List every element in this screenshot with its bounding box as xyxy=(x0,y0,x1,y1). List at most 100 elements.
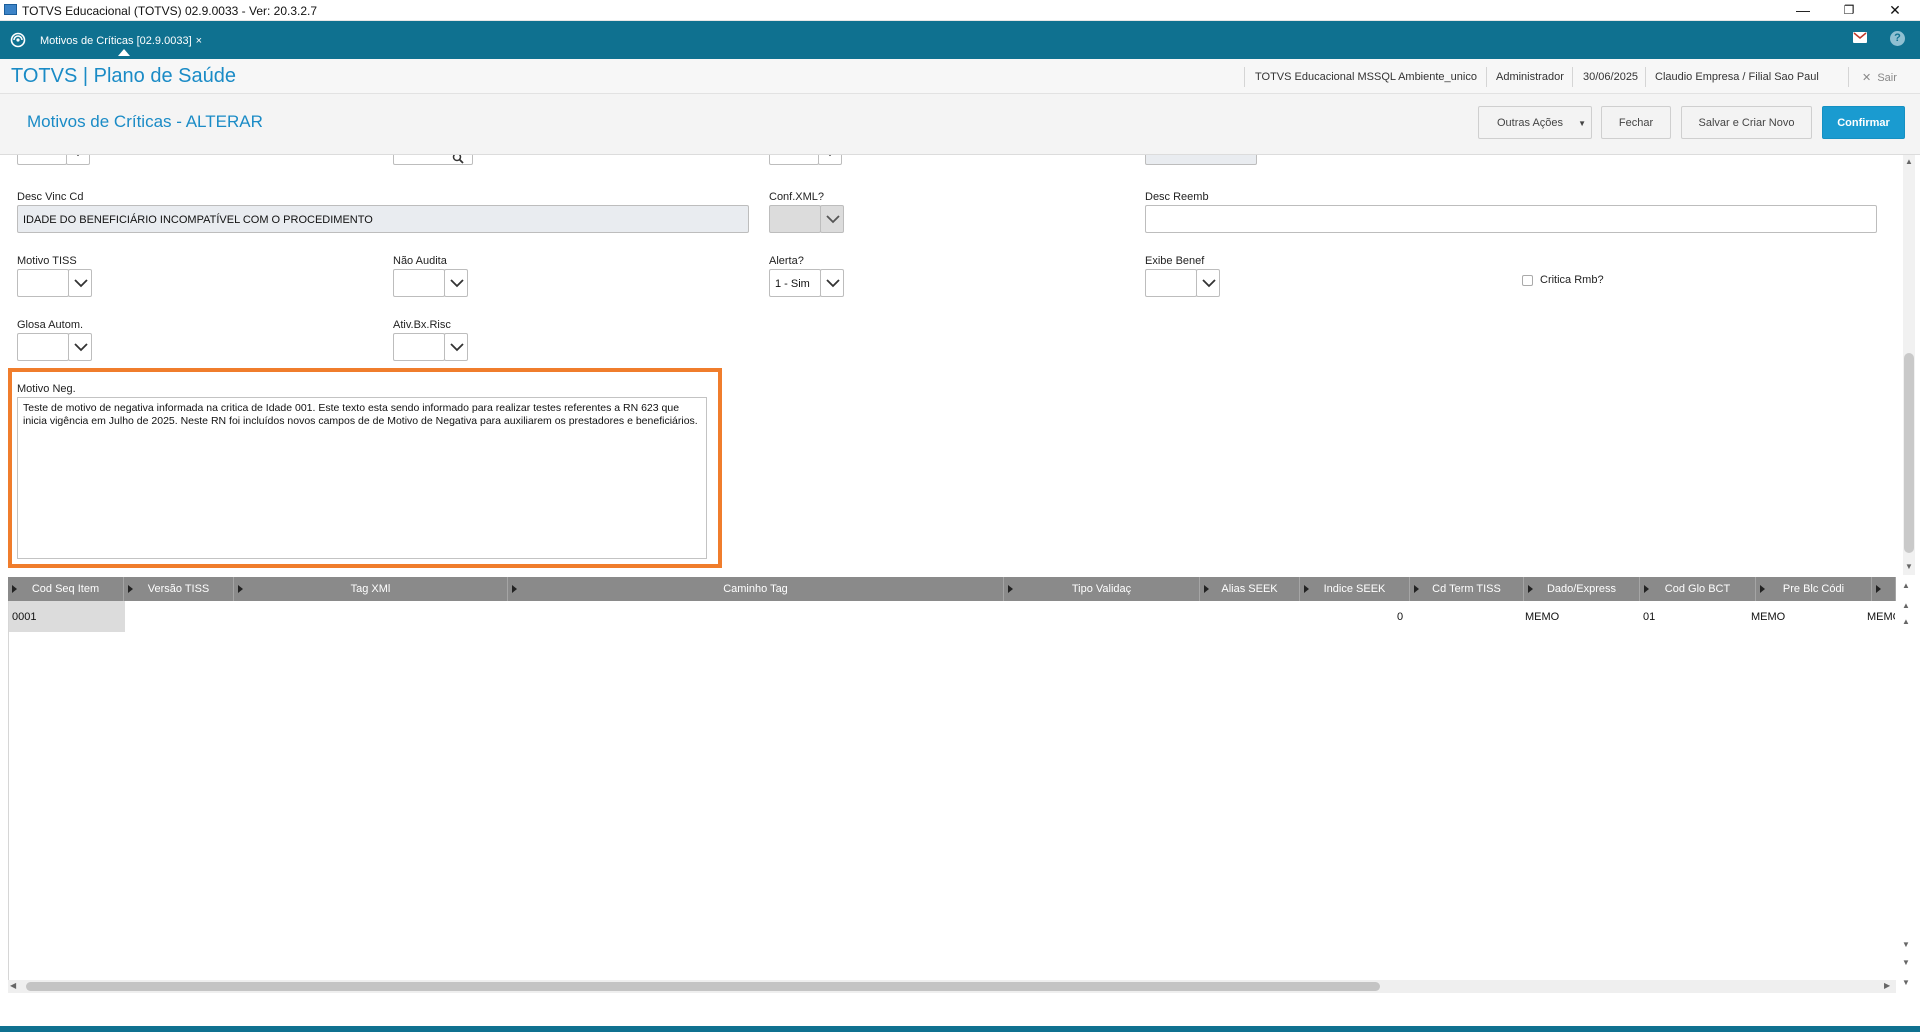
col-label: Pre Blc Códi xyxy=(1782,583,1845,595)
salvar-criar-novo-button[interactable]: Salvar e Criar Novo xyxy=(1681,106,1812,139)
critica-rmb-checkbox[interactable] xyxy=(1522,275,1533,286)
partial-select[interactable] xyxy=(17,155,67,165)
scroll-bottom-icon[interactable]: ▼ xyxy=(1900,978,1912,988)
window-title-bar: TOTVS Educacional (TOTVS) 02.9.0033 - Ve… xyxy=(0,0,1920,21)
motivo-tiss-label: Motivo TISS xyxy=(17,255,77,267)
exibe-benef-select[interactable] xyxy=(1145,269,1197,297)
mail-icon[interactable] xyxy=(1853,32,1867,43)
chevron-down-icon[interactable] xyxy=(444,333,468,361)
brand-title: TOTVS | Plano de Saúde xyxy=(11,65,236,87)
help-icon[interactable]: ? xyxy=(1890,31,1905,46)
chevron-down-icon[interactable] xyxy=(66,155,90,165)
chevron-down-icon[interactable] xyxy=(1196,269,1220,297)
app-header: TOTVS | Plano de Saúde TOTVS Educacional… xyxy=(0,59,1920,94)
environment-label: TOTVS Educacional MSSQL Ambiente_unico xyxy=(1255,71,1477,83)
chevron-down-icon xyxy=(820,205,844,233)
chevron-down-icon[interactable] xyxy=(818,155,842,165)
exit-label: Sair xyxy=(1877,72,1897,84)
glosa-autom-label: Glosa Autom. xyxy=(17,319,84,331)
chevron-down-icon[interactable] xyxy=(444,269,468,297)
outras-acoes-button[interactable]: Outras Ações ▼ xyxy=(1478,106,1592,139)
search-icon[interactable] xyxy=(452,155,464,167)
col-dado-express[interactable]: Dado/Express xyxy=(1524,577,1640,601)
totvs-home-icon[interactable] xyxy=(10,32,26,48)
col-tag-xml[interactable]: Tag XMl xyxy=(234,577,508,601)
desc-reemb-field[interactable] xyxy=(1145,205,1877,233)
scroll-page-up-icon[interactable]: ▲ xyxy=(1900,601,1912,611)
col-alias-seek[interactable]: Alias SEEK xyxy=(1200,577,1300,601)
exibe-benef-label: Exibe Benef xyxy=(1145,255,1205,267)
cell-pre-blc-codi: MEMO xyxy=(1751,611,1786,623)
close-icon: ✕ xyxy=(1862,72,1872,84)
scroll-top-icon[interactable]: ▲ xyxy=(1900,581,1912,591)
col-indice-seek[interactable]: Indice SEEK xyxy=(1300,577,1410,601)
tab-bar: Motivos de Críticas [02.9.0033] × ? xyxy=(0,21,1920,59)
motivo-neg-label: Motivo Neg. xyxy=(17,383,76,395)
col-label: Tipo Validaç xyxy=(1071,583,1132,595)
user-label: Administrador xyxy=(1496,71,1564,83)
col-versao-tiss[interactable]: Versão TISS xyxy=(124,577,234,601)
form-scrollbar-thumb[interactable] xyxy=(1904,353,1914,553)
col-tipo-validac[interactable]: Tipo Validaç xyxy=(1004,577,1200,601)
minimize-button[interactable]: — xyxy=(1780,0,1826,20)
col-label: Caminho Tag xyxy=(723,583,788,595)
close-window-button[interactable]: ✕ xyxy=(1872,0,1918,20)
scroll-left-icon[interactable]: ◀ xyxy=(10,981,16,990)
header-separator xyxy=(1645,67,1646,87)
horizontal-scrollbar-thumb[interactable] xyxy=(26,982,1380,991)
grid-scrollbar[interactable] xyxy=(1898,577,1914,992)
app-icon xyxy=(4,4,17,15)
alerta-select[interactable]: 1 - Sim xyxy=(769,269,821,297)
chevron-down-icon[interactable] xyxy=(68,333,92,361)
scroll-page-down-icon[interactable]: ▼ xyxy=(1900,958,1912,968)
tab-close-icon[interactable]: × xyxy=(196,35,202,47)
col-label: Tag XMl xyxy=(350,583,391,595)
header-separator xyxy=(1486,67,1487,87)
col-cd-term-tiss[interactable]: Cd Term TISS xyxy=(1410,577,1524,601)
dropdown-arrow-icon: ▼ xyxy=(1578,119,1586,128)
cell-indice-seek: 0 xyxy=(1397,611,1404,623)
grid-horizontal-scrollbar[interactable]: ◀ ▶ xyxy=(8,980,1896,993)
nao-audita-select[interactable] xyxy=(393,269,445,297)
conf-xml-select xyxy=(769,205,821,233)
exit-button[interactable]: ✕ Sair xyxy=(1862,71,1897,84)
desc-vinc-cd-label: Desc Vinc Cd xyxy=(17,191,84,203)
table-row[interactable]: 0001 0 MEMO 01 MEMO MEMO xyxy=(9,601,1897,632)
fechar-button[interactable]: Fechar xyxy=(1601,106,1671,139)
glosa-autom-select[interactable] xyxy=(17,333,69,361)
confirmar-button[interactable]: Confirmar xyxy=(1822,106,1905,139)
col-cod-seq-item[interactable]: Cod Seq Item xyxy=(8,577,124,601)
scroll-down-icon[interactable]: ▼ xyxy=(1903,562,1915,572)
partial-select-2[interactable] xyxy=(769,155,819,165)
col-pre-blc-codi[interactable]: Pre Blc Códi xyxy=(1756,577,1872,601)
col-label: Cod Glo BCT xyxy=(1664,583,1731,595)
ativ-bx-risc-label: Ativ.Bx.Risc xyxy=(393,319,451,331)
motivo-tiss-select[interactable] xyxy=(17,269,69,297)
col-cod-glo-bct[interactable]: Cod Glo BCT xyxy=(1640,577,1756,601)
header-separator xyxy=(1572,67,1573,87)
date-label: 30/06/2025 xyxy=(1583,71,1639,83)
col-overflow[interactable] xyxy=(1872,577,1896,601)
header-separator xyxy=(1244,67,1245,87)
ativ-bx-risc-select[interactable] xyxy=(393,333,445,361)
cell-overflow: MEMO xyxy=(1867,611,1895,623)
chevron-down-icon[interactable] xyxy=(68,269,92,297)
chevron-down-icon[interactable] xyxy=(820,269,844,297)
bottom-border xyxy=(0,1026,1920,1032)
maximize-button[interactable]: ❐ xyxy=(1826,0,1872,20)
cell-dado-express: MEMO xyxy=(1525,611,1560,623)
scroll-up-icon[interactable]: ▲ xyxy=(1900,617,1912,627)
scroll-down-icon[interactable]: ▼ xyxy=(1900,940,1912,950)
motivo-neg-textarea[interactable]: Teste de motivo de negativa informada na… xyxy=(17,397,707,559)
alerta-value: 1 - Sim xyxy=(775,278,810,290)
scroll-up-icon[interactable]: ▲ xyxy=(1903,157,1915,167)
col-caminho-tag[interactable]: Caminho Tag xyxy=(508,577,1004,601)
outras-acoes-label: Outras Ações xyxy=(1497,117,1564,129)
cell-cod-glo-bct: 01 xyxy=(1643,611,1656,623)
col-label: Alias SEEK xyxy=(1221,583,1278,595)
scroll-right-icon[interactable]: ▶ xyxy=(1884,981,1890,990)
header-separator xyxy=(1848,67,1849,87)
conf-xml-label: Conf.XML? xyxy=(769,191,825,203)
page-title: Motivos de Críticas - ALTERAR xyxy=(27,112,263,131)
desc-vinc-cd-field[interactable]: IDADE DO BENEFICIÁRIO INCOMPATÍVEL COM O… xyxy=(17,205,749,233)
